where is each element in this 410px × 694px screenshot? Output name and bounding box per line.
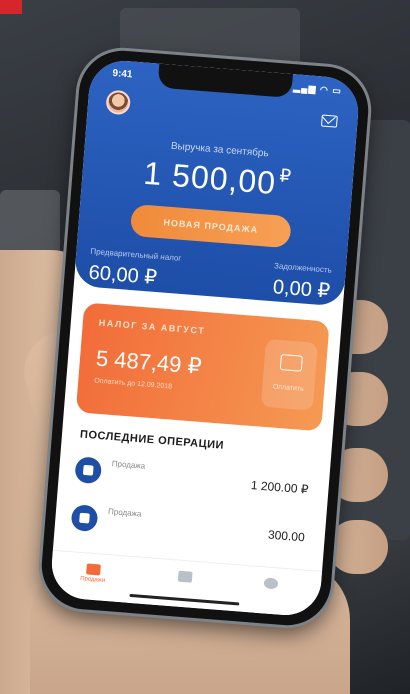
- pie-chart-icon: [263, 577, 279, 590]
- new-sale-button[interactable]: НОВАЯ ПРОДАЖА: [129, 203, 292, 249]
- prepaid-tax-value: 60,00 ₽: [87, 261, 158, 290]
- sale-icon: [74, 456, 103, 485]
- sale-icon: [70, 504, 99, 533]
- operation-name: Продажа: [107, 506, 142, 519]
- wallet-icon: [279, 354, 303, 372]
- operation-name: Продажа: [111, 459, 146, 471]
- debt-value: 0,00 ₽: [272, 276, 331, 303]
- app-header: 9:41 ▂▄▆ ◠ ▭ Выручка за сентябрь 1 500,0…: [73, 58, 361, 307]
- status-time: 9:41: [112, 67, 133, 81]
- debt-block: Задолженность 0,00 ₽: [271, 261, 332, 303]
- debt-label: Задолженность: [273, 261, 333, 275]
- pay-button-label: Оплатить: [272, 383, 305, 393]
- smartphone: 9:41 ▂▄▆ ◠ ▭ Выручка за сентябрь 1 500,0…: [38, 47, 372, 629]
- operation-amount: 1 200.00 ₽: [250, 478, 309, 497]
- home-indicator: [129, 593, 240, 606]
- briefcase-icon: [86, 563, 101, 576]
- tab-documents[interactable]: [155, 569, 216, 585]
- tax-card-due-date: Оплатить до 12.09.2018: [94, 377, 173, 391]
- tab-sales[interactable]: Продажи: [63, 562, 124, 586]
- tax-card-amount: 5 487,49 ₽: [95, 345, 203, 379]
- phone-screen: 9:41 ▂▄▆ ◠ ▭ Выручка за сентябрь 1 500,0…: [49, 58, 361, 618]
- operation-amount: 300.00: [267, 527, 306, 545]
- red-corner-mark: [0, 0, 22, 14]
- revenue-amount-value: 1 500,00: [142, 154, 278, 202]
- revenue-currency: ₽: [278, 165, 293, 187]
- tab-sales-label: Продажи: [79, 575, 106, 584]
- prepaid-tax-block: Предварительный налог 60,00 ₽: [88, 247, 182, 292]
- tab-bar: Продажи: [49, 549, 323, 618]
- pay-button[interactable]: Оплатить: [260, 338, 318, 411]
- tax-card-title: НАЛОГ ЗА АВГУСТ: [98, 317, 206, 336]
- operation-row[interactable]: Продажа 300.00: [66, 498, 314, 557]
- tax-card[interactable]: НАЛОГ ЗА АВГУСТ 5 487,49 ₽ Оплатить до 1…: [75, 302, 330, 432]
- recent-operations-title: ПОСЛЕДНИЕ ОПЕРАЦИИ: [79, 428, 225, 452]
- photo-scene: 9:41 ▂▄▆ ◠ ▭ Выручка за сентябрь 1 500,0…: [0, 0, 410, 694]
- mail-icon[interactable]: [320, 114, 338, 128]
- tab-stats[interactable]: [241, 576, 302, 592]
- avatar[interactable]: [105, 89, 132, 116]
- signal-wifi-battery-icon: ▂▄▆ ◠ ▭: [292, 82, 343, 96]
- hand-finger-4: [328, 520, 388, 574]
- document-icon: [177, 570, 193, 583]
